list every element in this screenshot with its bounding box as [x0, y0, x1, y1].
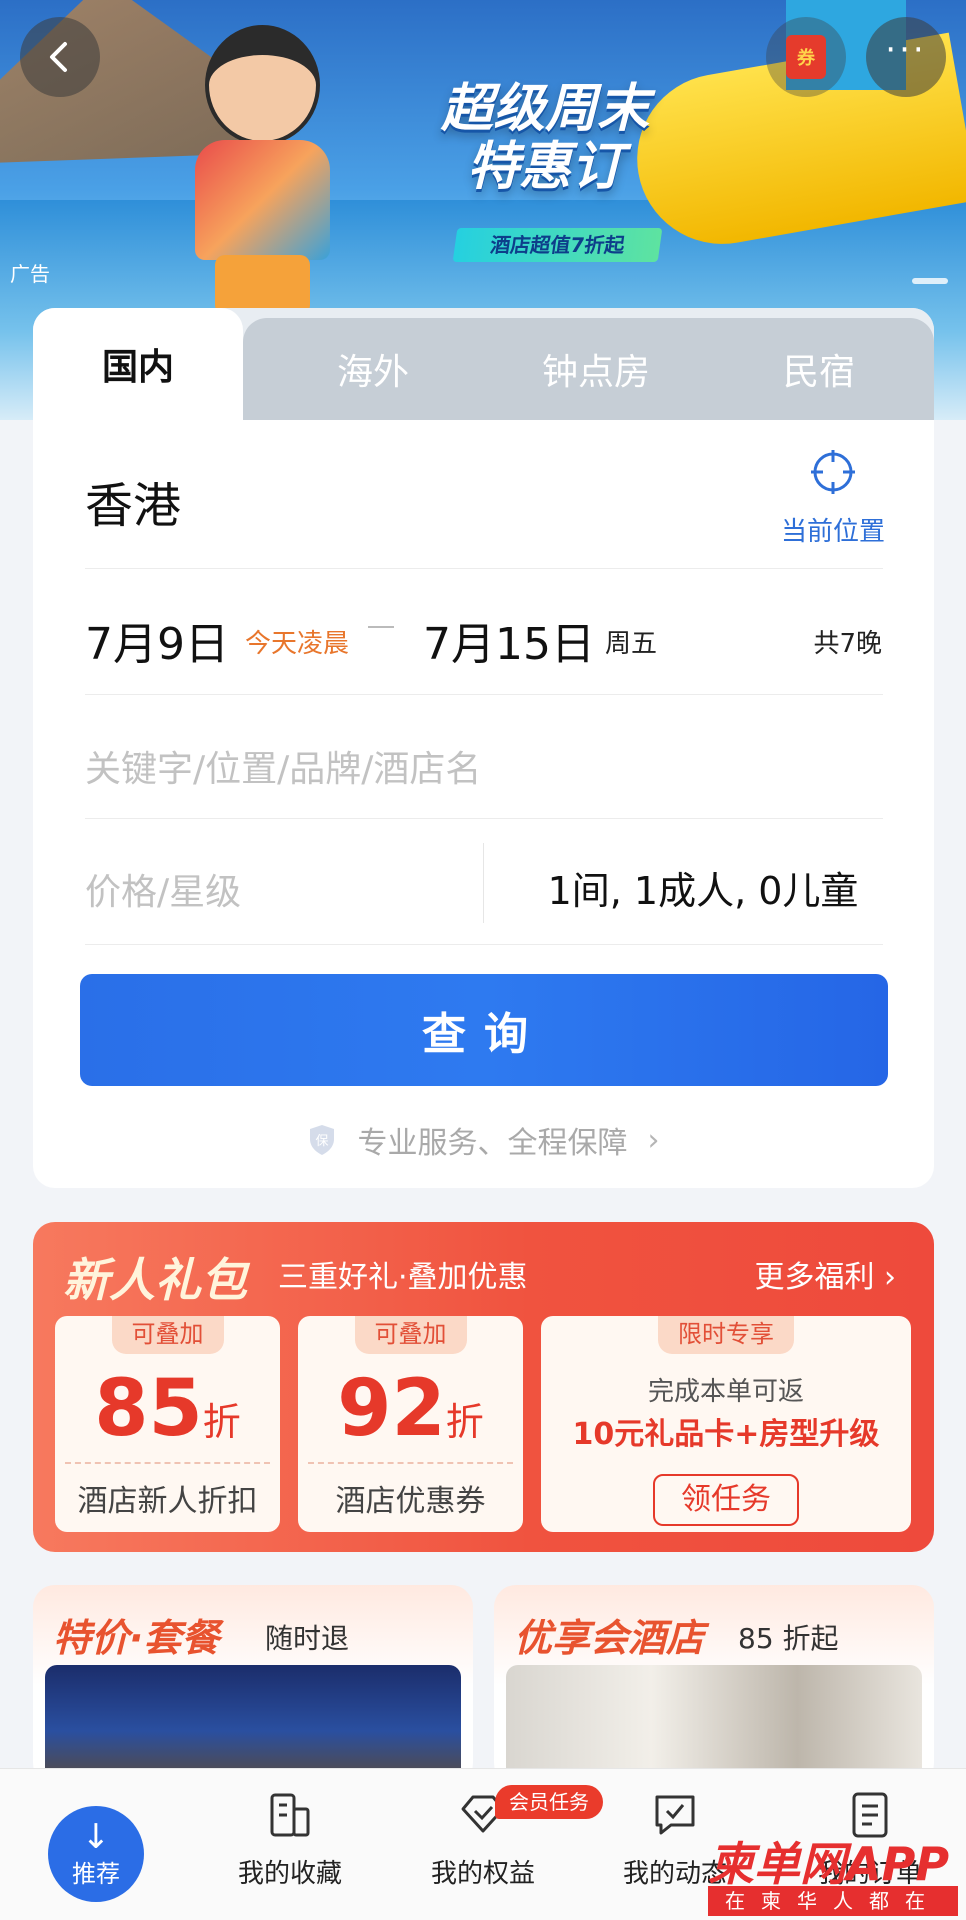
checkin-note: 今天凌晨 — [245, 629, 350, 659]
price-star-filter[interactable]: 价格/星级 — [85, 863, 241, 915]
carousel-indicator — [912, 278, 948, 284]
more-options-button[interactable]: ··· — [866, 17, 946, 97]
arrow-down-icon: ↓ — [81, 1816, 111, 1857]
ad-label: 广告 — [10, 262, 50, 286]
coupon-label: 酒店优惠券 — [335, 1484, 486, 1519]
task-reward: 10元礼品卡+房型升级 — [572, 1417, 880, 1452]
tab-bar: 国内 海外 钟点房 民宿 — [33, 308, 934, 420]
field-separator — [483, 843, 484, 923]
banner-headline: 超级周末 特惠订 — [440, 79, 649, 197]
tab-homestay[interactable]: 民宿 — [719, 318, 919, 420]
back-button[interactable] — [20, 17, 100, 97]
banner-tagline: 酒店超值7折起 — [452, 228, 663, 262]
new-user-gift-panel: 新人礼包 三重好礼·叠加优惠 更多福利 › 可叠加 85折 酒店新人折扣 可叠加… — [33, 1222, 934, 1552]
checkin-date[interactable]: 7月9日 — [85, 608, 229, 672]
chevron-right-icon: › — [884, 1260, 896, 1295]
room-guest-selector[interactable]: 1间, 1成人, 0儿童 — [523, 860, 883, 915]
promo-subtitle: 随时退 — [265, 1622, 350, 1655]
watermark-logo: 柬单网APP 在柬华人都在用 — [708, 1828, 958, 1920]
tab-hourly-room[interactable]: 钟点房 — [496, 318, 696, 420]
banner-mascot — [185, 25, 340, 315]
coupon-label: 酒店新人折扣 — [77, 1484, 258, 1519]
gift-title: 新人礼包 — [63, 1253, 247, 1307]
search-button[interactable]: 查询 — [80, 974, 888, 1086]
stackable-badge: 可叠加 — [111, 1316, 224, 1354]
dashed-divider — [308, 1462, 513, 1464]
nav-label: 推荐 — [72, 1859, 120, 1888]
current-location-button[interactable]: 当前位置 — [768, 448, 898, 548]
gift-subtitle: 三重好礼·叠加优惠 — [278, 1260, 528, 1295]
current-location-label: 当前位置 — [780, 517, 885, 547]
hotel-search-card: 国内 海外 钟点房 民宿 香港 当前位置 7月9日 今天凌晨 7月15日 周五 … — [33, 308, 934, 1188]
divider — [85, 818, 883, 819]
more-dots-icon: ··· — [885, 30, 927, 70]
limited-time-badge: 限时专享 — [658, 1316, 794, 1354]
nav-recommend[interactable]: ↓ 推荐 — [48, 1806, 144, 1902]
destination-city[interactable]: 香港 — [85, 466, 181, 536]
nights-count: 共7晚 — [813, 629, 882, 659]
discount-value: 85折 — [94, 1364, 241, 1454]
chat-check-icon — [655, 1795, 695, 1835]
promo-card-premium-hotel[interactable]: 优享会酒店 85 折起 — [494, 1585, 934, 1785]
shield-icon: 保 — [309, 1125, 334, 1155]
chevron-left-icon — [50, 42, 67, 72]
watermark-subtitle: 在柬华人都在用 — [708, 1886, 958, 1920]
guarantee-text: 专业服务、全程保障 — [357, 1126, 628, 1161]
nav-label: 我的收藏 — [237, 1859, 342, 1889]
checkout-date[interactable]: 7月15日 — [423, 608, 595, 672]
promo-title: 优享会酒店 — [514, 1616, 705, 1660]
more-benefits-link[interactable]: 更多福利 › — [754, 1252, 896, 1296]
promo-image-hotel-night — [45, 1665, 461, 1785]
discount-value: 92折 — [337, 1364, 484, 1454]
promo-image-hotel-room — [506, 1665, 922, 1785]
divider — [85, 694, 883, 695]
svg-text:保: 保 — [315, 1134, 328, 1149]
promo-subtitle: 85 折起 — [738, 1622, 839, 1655]
member-task-badge: 会员任务 — [495, 1785, 603, 1819]
chevron-right-icon: › — [647, 1122, 660, 1158]
watermark-title: 柬单网APP — [708, 1837, 950, 1891]
promo-card-special-package[interactable]: 特价·套餐 随时退 — [33, 1585, 473, 1785]
coupon-card-limited-task: 限时专享 完成本单可返 10元礼品卡+房型升级 领任务 — [541, 1316, 911, 1532]
nav-favorites[interactable]: 我的收藏 — [215, 1789, 365, 1890]
date-separator — [368, 626, 394, 628]
service-guarantee-link[interactable]: 保 专业服务、全程保障 › — [33, 1118, 934, 1162]
building-icon — [270, 1793, 310, 1837]
claim-task-button[interactable]: 领任务 — [653, 1474, 799, 1526]
dashed-divider — [65, 1462, 270, 1464]
tab-overseas[interactable]: 海外 — [273, 318, 473, 420]
coupon-icon: 券 — [786, 35, 826, 79]
task-description: 完成本单可返 — [647, 1377, 804, 1407]
stackable-badge: 可叠加 — [354, 1316, 467, 1354]
coupon-card-hotel-coupon[interactable]: 可叠加 92折 酒店优惠券 — [298, 1316, 523, 1532]
divider — [85, 944, 883, 945]
coupon-card-new-user-discount[interactable]: 可叠加 85折 酒店新人折扣 — [55, 1316, 280, 1532]
locate-crosshair-icon — [811, 450, 855, 494]
checkout-weekday: 周五 — [605, 629, 658, 659]
nav-label: 我的权益 — [430, 1859, 535, 1889]
divider — [85, 568, 883, 569]
tab-domestic[interactable]: 国内 — [33, 308, 243, 420]
keyword-search-input[interactable]: 关键字/位置/品牌/酒店名 — [85, 740, 481, 792]
coupon-button[interactable]: 券 — [766, 17, 846, 97]
promo-title: 特价·套餐 — [53, 1616, 220, 1660]
